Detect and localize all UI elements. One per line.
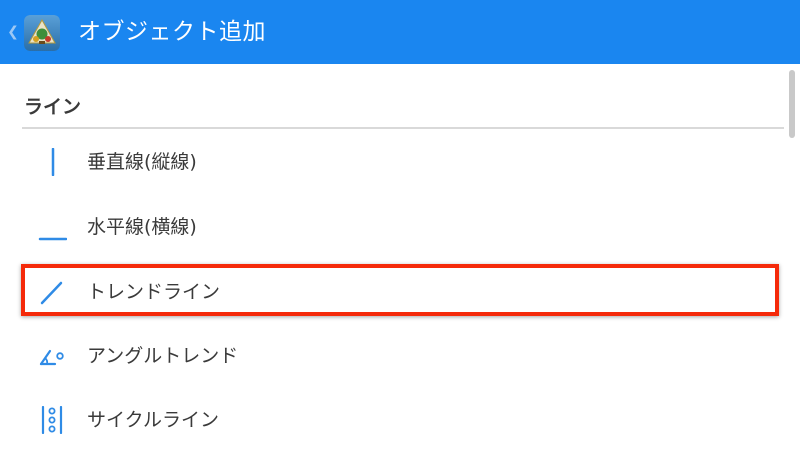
- back-button[interactable]: ❮: [6, 22, 20, 42]
- horizontal-line-icon: [37, 213, 67, 241]
- list-item-trend-line[interactable]: トレンドライン: [22, 266, 778, 318]
- list-item-label: 垂直線(縦線): [87, 151, 197, 173]
- cycle-line-icon: [37, 406, 67, 434]
- back-chevron-icon: ❮: [7, 24, 19, 40]
- section-divider: [22, 127, 784, 129]
- metatrader-app-icon[interactable]: [24, 15, 60, 51]
- angle-trend-icon: [37, 342, 67, 370]
- scrollbar-thumb[interactable]: [789, 70, 795, 138]
- page-title: オブジェクト追加: [78, 19, 266, 45]
- app-bar: ❮ オブジェクト追加: [0, 0, 800, 64]
- list-item-cycle-line[interactable]: サイクルライン: [22, 394, 778, 446]
- app-window: ❮ オブジェクト追加 ライン 垂直線(縦線) 水平線(横線) トレンドライン ア…: [0, 0, 800, 454]
- list-item-angle-trend[interactable]: アングルトレンド: [22, 330, 778, 382]
- section-title-lines: ライン: [24, 96, 82, 118]
- list-item-horizontal-line[interactable]: 水平線(横線): [22, 201, 778, 253]
- trend-line-icon: [37, 278, 67, 306]
- list-item-label: アングルトレンド: [87, 345, 239, 367]
- list-item-label: トレンドライン: [87, 281, 221, 303]
- list-item-label: サイクルライン: [87, 409, 220, 431]
- list-item-vertical-line[interactable]: 垂直線(縦線): [22, 136, 778, 188]
- list-item-label: 水平線(横線): [87, 216, 197, 238]
- vertical-line-icon: [37, 148, 67, 176]
